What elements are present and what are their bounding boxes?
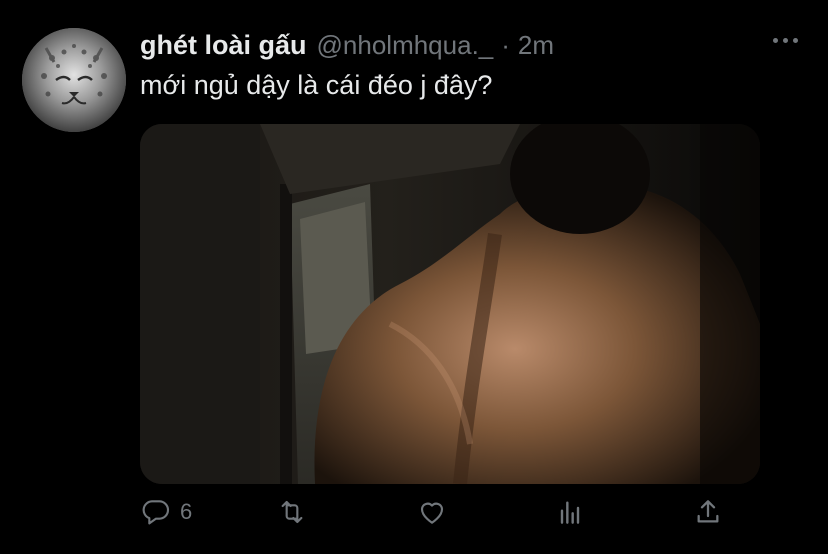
- tweet[interactable]: ghét loài gấu @nholmhqua._ · 2m mới ngủ …: [0, 0, 828, 554]
- tweet-text: mới ngủ dậy là cái đéo j đây?: [140, 70, 493, 100]
- retweet-button[interactable]: [276, 496, 316, 528]
- media-image: [140, 124, 760, 484]
- analytics-icon: [560, 501, 580, 524]
- avatar-image: [22, 28, 126, 132]
- analytics-button[interactable]: [554, 496, 586, 528]
- more-icon[interactable]: [773, 38, 798, 43]
- avatar[interactable]: [22, 28, 126, 132]
- reply-button[interactable]: 6: [140, 496, 192, 528]
- like-icon: [420, 502, 444, 524]
- tweet-actions: 6: [140, 496, 740, 536]
- share-button[interactable]: [692, 496, 724, 528]
- retweet-icon: [281, 500, 303, 524]
- display-name[interactable]: ghét loài gấu: [140, 30, 307, 61]
- like-button[interactable]: [416, 496, 456, 528]
- separator-dot: ·: [501, 30, 510, 60]
- tweet-media-video[interactable]: [140, 124, 760, 484]
- timestamp[interactable]: 2m: [518, 30, 554, 61]
- user-handle[interactable]: @nholmhqua._: [317, 30, 494, 61]
- tweet-header: ghét loài gấu @nholmhqua._ · 2m: [140, 30, 554, 66]
- share-icon: [697, 500, 719, 523]
- reply-icon: [142, 500, 170, 525]
- reply-count: 6: [180, 499, 193, 524]
